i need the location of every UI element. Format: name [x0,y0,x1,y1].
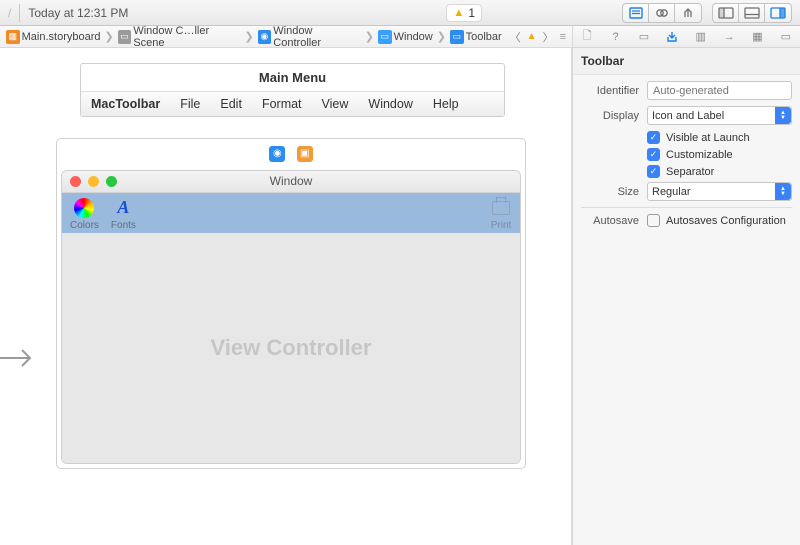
identity-inspector-tab[interactable]: ▭ [630,26,658,47]
customizable-label: Customizable [666,149,733,161]
identifier-label: Identifier [581,85,639,97]
menu-item[interactable]: MacToolbar [81,92,170,116]
menu-item[interactable]: Format [252,92,312,116]
chevron-right-icon: ❯ [105,30,114,43]
stepper-caps-icon: ▲▼ [775,107,791,124]
storyboard-entry-arrow-icon [0,338,40,378]
bc-item[interactable]: Main.storyboard [22,31,101,43]
customizable-checkbox[interactable]: ✓ [647,148,660,161]
warning-icon: ▲ [453,7,464,19]
attributes-inspector-tab[interactable] [658,26,686,47]
visible-checkbox-row: ✓ Visible at Launch [647,131,792,144]
window-preview[interactable]: Window Colors A Fonts [61,170,521,464]
main-menu-title: Main Menu [81,64,504,91]
warnings-pill[interactable]: ▲ 1 [446,4,482,22]
window-icon: ▭ [378,30,392,44]
bc-item[interactable]: Toolbar [466,31,502,43]
xcode-topbar: / Today at 12:31 PM ▲ 1 [0,0,800,26]
font-a-icon: A [117,197,129,218]
window-content[interactable]: View Controller [62,233,520,463]
window-controller-proxy-icon[interactable]: ◉ [269,146,285,162]
main-menu-bar[interactable]: MacToolbar File Edit Format View Window … [81,91,504,116]
identifier-field[interactable] [647,81,792,100]
stepper-caps-icon: ▲▼ [775,183,791,200]
toolbar-item-fonts[interactable]: A Fonts [111,197,136,231]
utilities-panel: 🗋 ? ▭ ▥ → ▦ ▭ Toolbar Identifier Display [572,26,800,545]
panel-toggle-group [712,3,792,23]
menu-item[interactable]: File [170,92,210,116]
warning-count: 1 [468,6,475,20]
file-inspector-tab[interactable]: 🗋 [573,26,601,47]
size-select[interactable]: Regular ▲▼ [647,182,792,201]
bindings-inspector-tab[interactable]: ▦ [743,26,771,47]
build-time: Today at 12:31 PM [28,6,128,20]
color-wheel-icon [74,198,94,218]
size-inspector-tab[interactable]: ▥ [687,26,715,47]
toggle-navigator-button[interactable] [713,4,739,22]
toolbar-item-label: Fonts [111,220,136,231]
menu-item[interactable]: Help [423,92,469,116]
version-editor-button[interactable] [675,4,701,22]
size-label: Size [581,186,639,198]
window-toolbar[interactable]: Colors A Fonts Print [62,193,520,233]
window-controller-scene[interactable]: ◉ ▣ Window Col [56,138,526,469]
size-value: Regular [652,186,691,198]
separator-label: Separator [666,166,714,178]
scene-icon: ▭ [118,30,132,44]
help-inspector-tab[interactable]: ? [601,26,629,47]
menu-item[interactable]: Window [358,92,422,116]
toolbar-item-label: Print [491,220,512,231]
separator-checkbox[interactable]: ✓ [647,165,660,178]
bc-item[interactable]: Window Controller [273,25,360,49]
display-select[interactable]: Icon and Label ▲▼ [647,106,792,125]
inspector-tabs: 🗋 ? ▭ ▥ → ▦ ▭ [573,26,800,48]
traffic-zoom-icon [106,176,117,187]
toolbar-icon: ▭ [450,30,464,44]
jump-bar[interactable]: ▦ Main.storyboard ❯ ▭ Window C…ller Scen… [0,26,572,48]
menu-item[interactable]: Edit [210,92,252,116]
separator-checkbox-row: ✓ Separator [647,165,792,178]
autosave-check-label: Autosaves Configuration [666,215,786,227]
autosave-label: Autosave [581,215,639,227]
assistant-editor-button[interactable] [649,4,675,22]
display-label: Display [581,110,639,122]
toolbar-item-print[interactable]: Print [490,197,512,231]
display-value: Icon and Label [652,110,724,122]
toolbar-item-label: Colors [70,220,99,231]
controller-icon: ◉ [258,30,272,44]
window-titlebar: Window [62,171,520,193]
menu-item[interactable]: View [312,92,359,116]
chevron-right-icon: ❯ [244,30,253,43]
editor-mode-group [622,3,702,23]
chevron-right-icon: ❯ [437,30,446,43]
jump-bar-overflow-icon[interactable]: ≡ [560,31,566,43]
bc-item[interactable]: Window [394,31,433,43]
traffic-close-icon [70,176,81,187]
visible-label: Visible at Launch [666,132,750,144]
toggle-utilities-button[interactable] [765,4,791,22]
printer-icon [492,201,510,215]
traffic-minimize-icon [88,176,99,187]
toggle-debug-button[interactable] [739,4,765,22]
ib-canvas[interactable]: Main Menu MacToolbar File Edit Format Vi… [0,48,572,545]
customizable-checkbox-row: ✓ Customizable [647,148,792,161]
content-placeholder: View Controller [211,335,372,361]
jump-forward-button[interactable]: 〉 [539,29,558,45]
autosave-checkbox[interactable] [647,214,660,227]
visible-checkbox[interactable]: ✓ [647,131,660,144]
chevron-right-icon: ❯ [365,30,374,43]
standard-editor-button[interactable] [623,4,649,22]
storyboard-icon: ▦ [6,30,20,44]
first-responder-icon[interactable]: ▣ [297,146,313,162]
prev-scheme: / [8,6,11,20]
toolbar-item-colors[interactable]: Colors [70,197,99,231]
bc-item[interactable]: Window C…ller Scene [133,25,240,49]
connections-inspector-tab[interactable]: → [715,26,743,47]
inspector-section-title: Toolbar [573,48,800,75]
effects-inspector-tab[interactable]: ▭ [772,26,800,47]
warning-icon[interactable]: ▲ [527,31,537,42]
jump-back-button[interactable]: 〈 [506,29,525,45]
window-title: Window [270,174,313,188]
main-menu-scene[interactable]: Main Menu MacToolbar File Edit Format Vi… [80,63,505,117]
